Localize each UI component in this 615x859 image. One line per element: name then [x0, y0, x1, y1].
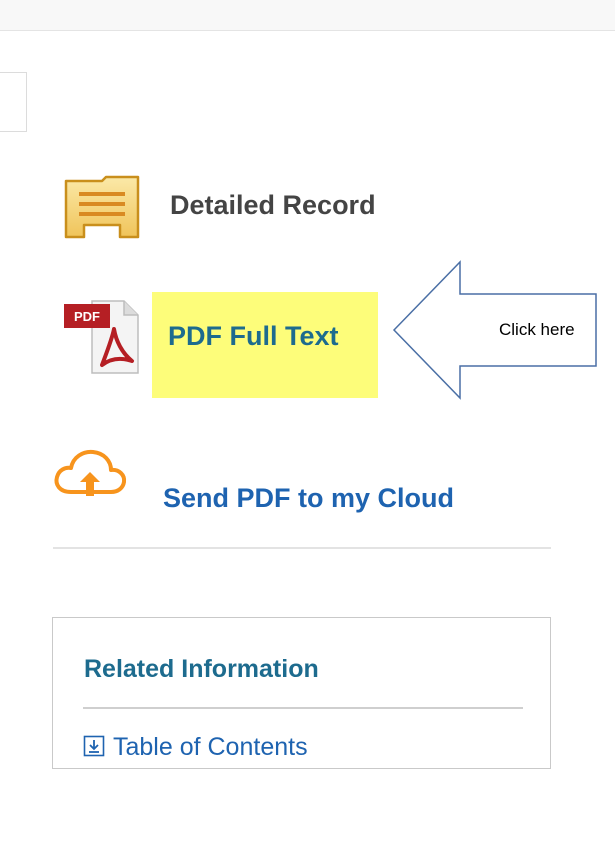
table-of-contents-link[interactable]: Table of Contents: [83, 733, 403, 763]
related-information-panel: Related Information Table of Contents: [52, 617, 551, 769]
detailed-record-label: Detailed Record: [170, 190, 376, 220]
related-information-heading: Related Information: [84, 655, 319, 683]
top-toolbar-strip: [0, 0, 615, 31]
pdf-file-icon: PDF: [62, 299, 142, 380]
section-divider: [53, 547, 551, 549]
pdf-full-text-label: PDF Full Text: [168, 321, 339, 351]
download-box-icon: [83, 735, 105, 762]
pdf-full-text-link[interactable]: PDF PDF Full Text: [62, 292, 382, 398]
send-pdf-to-cloud-label: Send PDF to my Cloud: [163, 483, 455, 513]
left-panel-edge: [0, 72, 27, 132]
detailed-record-link[interactable]: Detailed Record: [62, 175, 422, 240]
table-of-contents-label: Table of Contents: [113, 733, 308, 761]
related-divider: [83, 707, 523, 709]
cloud-upload-icon: [53, 448, 127, 503]
send-pdf-to-cloud-link[interactable]: Send PDF to my Cloud: [53, 448, 503, 522]
callout-text: Click here: [499, 320, 575, 339]
svg-text:PDF: PDF: [74, 309, 100, 324]
detailed-record-icon: [62, 175, 142, 245]
